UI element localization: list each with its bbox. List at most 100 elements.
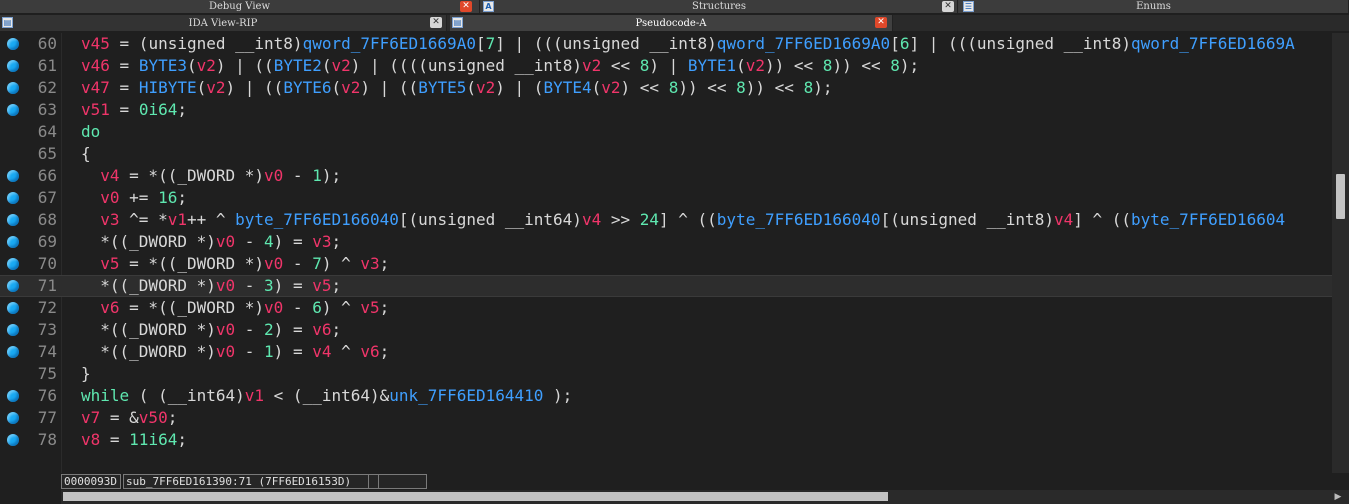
pseudocode-editor[interactable]: 60 v45 = (unsigned __int8)qword_7FF6ED166… (0, 33, 1332, 473)
breakpoint-dot-icon[interactable] (7, 104, 19, 116)
close-icon[interactable]: ✕ (942, 1, 954, 12)
tab-ida-view-rip[interactable]: ▤ IDA View-RIP ✕ (0, 15, 447, 31)
tab-structures[interactable]: A Structures ✕ (481, 0, 958, 13)
code-line[interactable]: 67 v0 += 16; (0, 187, 1332, 209)
code-text[interactable]: v0 += 16; (81, 187, 187, 209)
symbol-token[interactable]: BYTE4 (543, 78, 591, 97)
breakpoint-dot-icon[interactable] (7, 390, 19, 402)
symbol-token[interactable]: HIBYTE (139, 78, 197, 97)
variable-token[interactable]: v2 (332, 56, 351, 75)
variable-token[interactable]: v2 (197, 56, 216, 75)
variable-token[interactable]: v6 (312, 320, 331, 339)
symbol-token[interactable]: unk_7FF6ED164410 (389, 386, 543, 405)
variable-token[interactable]: v4 (312, 342, 331, 361)
horizontal-scrollbar[interactable] (61, 490, 1332, 504)
variable-token[interactable]: v1 (168, 210, 187, 229)
code-line[interactable]: 77 v7 = &v50; (0, 407, 1332, 429)
breakpoint-dot-icon[interactable] (7, 258, 19, 270)
code-line[interactable]: 69 *((_DWORD *)v0 - 4) = v3; (0, 231, 1332, 253)
scroll-right-arrow-icon[interactable]: ▶ (1327, 490, 1349, 504)
close-icon[interactable]: ✕ (460, 1, 472, 12)
code-text[interactable]: while ( (__int64)v1 < (__int64)&unk_7FF6… (81, 385, 572, 407)
variable-token[interactable]: v2 (582, 56, 601, 75)
variable-token[interactable]: v1 (245, 386, 264, 405)
code-text[interactable]: { (81, 143, 91, 165)
variable-token[interactable]: v5 (100, 254, 119, 273)
symbol-token[interactable]: qword_7FF6ED1669A (1131, 34, 1295, 53)
code-line[interactable]: 68 v3 ^= *v1++ ^ byte_7FF6ED166040[(unsi… (0, 209, 1332, 231)
breakpoint-dot-icon[interactable] (7, 214, 19, 226)
code-line[interactable]: 75} (0, 363, 1332, 385)
symbol-token[interactable]: qword_7FF6ED1669A0 (303, 34, 476, 53)
symbol-token[interactable]: BYTE1 (688, 56, 736, 75)
code-text[interactable]: v6 = *((_DWORD *)v0 - 6) ^ v5; (81, 297, 389, 319)
breakpoint-dot-icon[interactable] (7, 60, 19, 72)
code-line[interactable]: 65 { (0, 143, 1332, 165)
variable-token[interactable]: v47 (81, 78, 110, 97)
variable-token[interactable]: v0 (264, 254, 283, 273)
code-line[interactable]: 63 v51 = 0i64; (0, 99, 1332, 121)
symbol-token[interactable]: BYTE5 (418, 78, 466, 97)
code-text[interactable]: v46 = BYTE3(v2) | ((BYTE2(v2) | ((((unsi… (81, 55, 919, 77)
variable-token[interactable]: v2 (476, 78, 495, 97)
symbol-token[interactable]: BYTE6 (283, 78, 331, 97)
tab-enums[interactable]: ☰ Enums (959, 0, 1349, 13)
breakpoint-dot-icon[interactable] (7, 412, 19, 424)
variable-token[interactable]: v3 (360, 254, 379, 273)
code-line[interactable]: 74 *((_DWORD *)v0 - 1) = v4 ^ v6; (0, 341, 1332, 363)
variable-token[interactable]: v4 (100, 166, 119, 185)
variable-token[interactable]: v3 (312, 232, 331, 251)
variable-token[interactable]: v4 (582, 210, 601, 229)
code-line[interactable]: 61 v46 = BYTE3(v2) | ((BYTE2(v2) | ((((un… (0, 55, 1332, 77)
variable-token[interactable]: v46 (81, 56, 110, 75)
code-text[interactable]: v8 = 11i64; (81, 429, 187, 451)
code-text[interactable]: v47 = HIBYTE(v2) | ((BYTE6(v2) | ((BYTE5… (81, 77, 832, 99)
variable-token[interactable]: v50 (139, 408, 168, 427)
symbol-token[interactable]: byte_7FF6ED16604 (1131, 210, 1285, 229)
close-icon[interactable]: ✕ (430, 17, 442, 28)
code-line[interactable]: 73 *((_DWORD *)v0 - 2) = v6; (0, 319, 1332, 341)
breakpoint-dot-icon[interactable] (7, 82, 19, 94)
code-text[interactable]: *((_DWORD *)v0 - 4) = v3; (81, 231, 341, 253)
variable-token[interactable]: v5 (360, 298, 379, 317)
breakpoint-dot-icon[interactable] (7, 302, 19, 314)
variable-token[interactable]: v5 (312, 276, 331, 295)
code-text[interactable]: v4 = *((_DWORD *)v0 - 1); (81, 165, 341, 187)
variable-token[interactable]: v0 (264, 298, 283, 317)
variable-token[interactable]: v3 (100, 210, 119, 229)
variable-token[interactable]: v6 (360, 342, 379, 361)
symbol-token[interactable]: byte_7FF6ED166040 (235, 210, 399, 229)
code-text[interactable]: } (81, 363, 91, 385)
breakpoint-dot-icon[interactable] (7, 38, 19, 50)
code-line[interactable]: 78 v8 = 11i64; (0, 429, 1332, 451)
code-line[interactable]: 62 v47 = HIBYTE(v2) | ((BYTE6(v2) | ((BYT… (0, 77, 1332, 99)
symbol-token[interactable]: qword_7FF6ED1669A0 (717, 34, 890, 53)
code-line[interactable]: 60 v45 = (unsigned __int8)qword_7FF6ED166… (0, 33, 1332, 55)
breakpoint-dot-icon[interactable] (7, 346, 19, 358)
breakpoint-dot-icon[interactable] (7, 280, 19, 292)
vertical-scroll-thumb[interactable] (1336, 174, 1345, 219)
vertical-scrollbar[interactable] (1332, 33, 1349, 473)
variable-token[interactable]: v0 (264, 166, 283, 185)
variable-token[interactable]: v0 (100, 188, 119, 207)
breakpoint-dot-icon[interactable] (7, 170, 19, 182)
symbol-token[interactable]: BYTE2 (274, 56, 322, 75)
variable-token[interactable]: v0 (216, 320, 235, 339)
code-text[interactable]: v7 = &v50; (81, 407, 177, 429)
symbol-token[interactable]: BYTE3 (139, 56, 187, 75)
variable-token[interactable]: v45 (81, 34, 110, 53)
variable-token[interactable]: v51 (81, 100, 110, 119)
variable-token[interactable]: v8 (81, 430, 100, 449)
code-line[interactable]: 64 do (0, 121, 1332, 143)
close-icon[interactable]: ✕ (875, 17, 887, 28)
variable-token[interactable]: v0 (216, 232, 235, 251)
variable-token[interactable]: v2 (206, 78, 225, 97)
symbol-token[interactable]: byte_7FF6ED166040 (717, 210, 881, 229)
breakpoint-dot-icon[interactable] (7, 434, 19, 446)
code-text[interactable]: do (81, 121, 100, 143)
variable-token[interactable]: v0 (216, 276, 235, 295)
variable-token[interactable]: v2 (746, 56, 765, 75)
variable-token[interactable]: v7 (81, 408, 100, 427)
tab-pseudocode-a[interactable]: ▤ Pseudocode-A ✕ (450, 15, 893, 31)
variable-token[interactable]: v2 (341, 78, 360, 97)
